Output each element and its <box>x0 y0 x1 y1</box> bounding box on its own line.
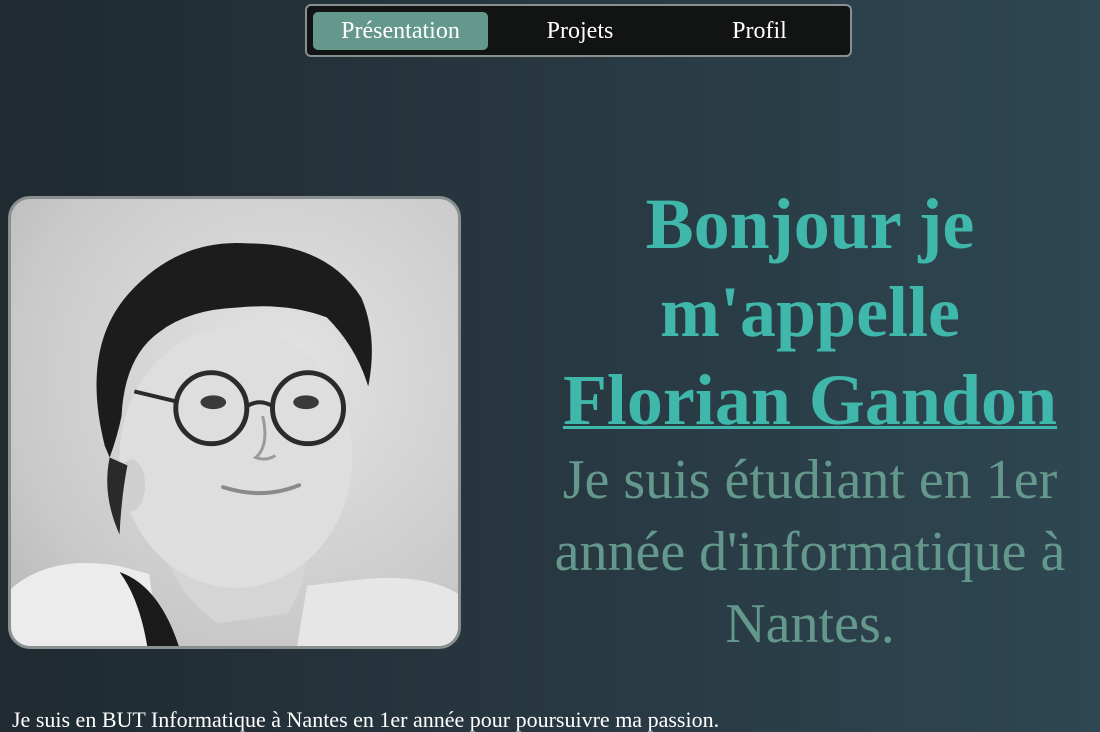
greeting-line-2: m'appelle <box>660 272 960 352</box>
name-link[interactable]: Florian Gandon <box>563 360 1057 440</box>
left-eye <box>200 395 227 410</box>
right-eye <box>293 395 319 410</box>
profile-photo <box>8 196 461 649</box>
main-navigation: Présentation Projets Profil <box>305 4 852 57</box>
subtitle-line-3: Nantes. <box>725 593 895 655</box>
subtitle: Je suis étudiant en 1er année d'informat… <box>520 444 1100 660</box>
intro-paragraph: Je suis en BUT Informatique à Nantes en … <box>12 707 720 732</box>
nav-projets[interactable]: Projets <box>495 12 665 50</box>
face <box>119 327 353 588</box>
greeting-heading: Bonjour je m'appelle Florian Gandon <box>520 180 1100 444</box>
portrait-illustration <box>11 242 458 646</box>
jacket-right <box>297 577 458 646</box>
greeting-line-1: Bonjour je <box>645 184 975 264</box>
hero-section: Bonjour je m'appelle Florian Gandon Je s… <box>520 180 1100 660</box>
subtitle-line-2: année d'informatique à <box>554 521 1066 583</box>
nav-profil[interactable]: Profil <box>672 12 847 50</box>
subtitle-line-1: Je suis étudiant en 1er <box>562 449 1058 511</box>
nav-presentation[interactable]: Présentation <box>313 12 488 50</box>
